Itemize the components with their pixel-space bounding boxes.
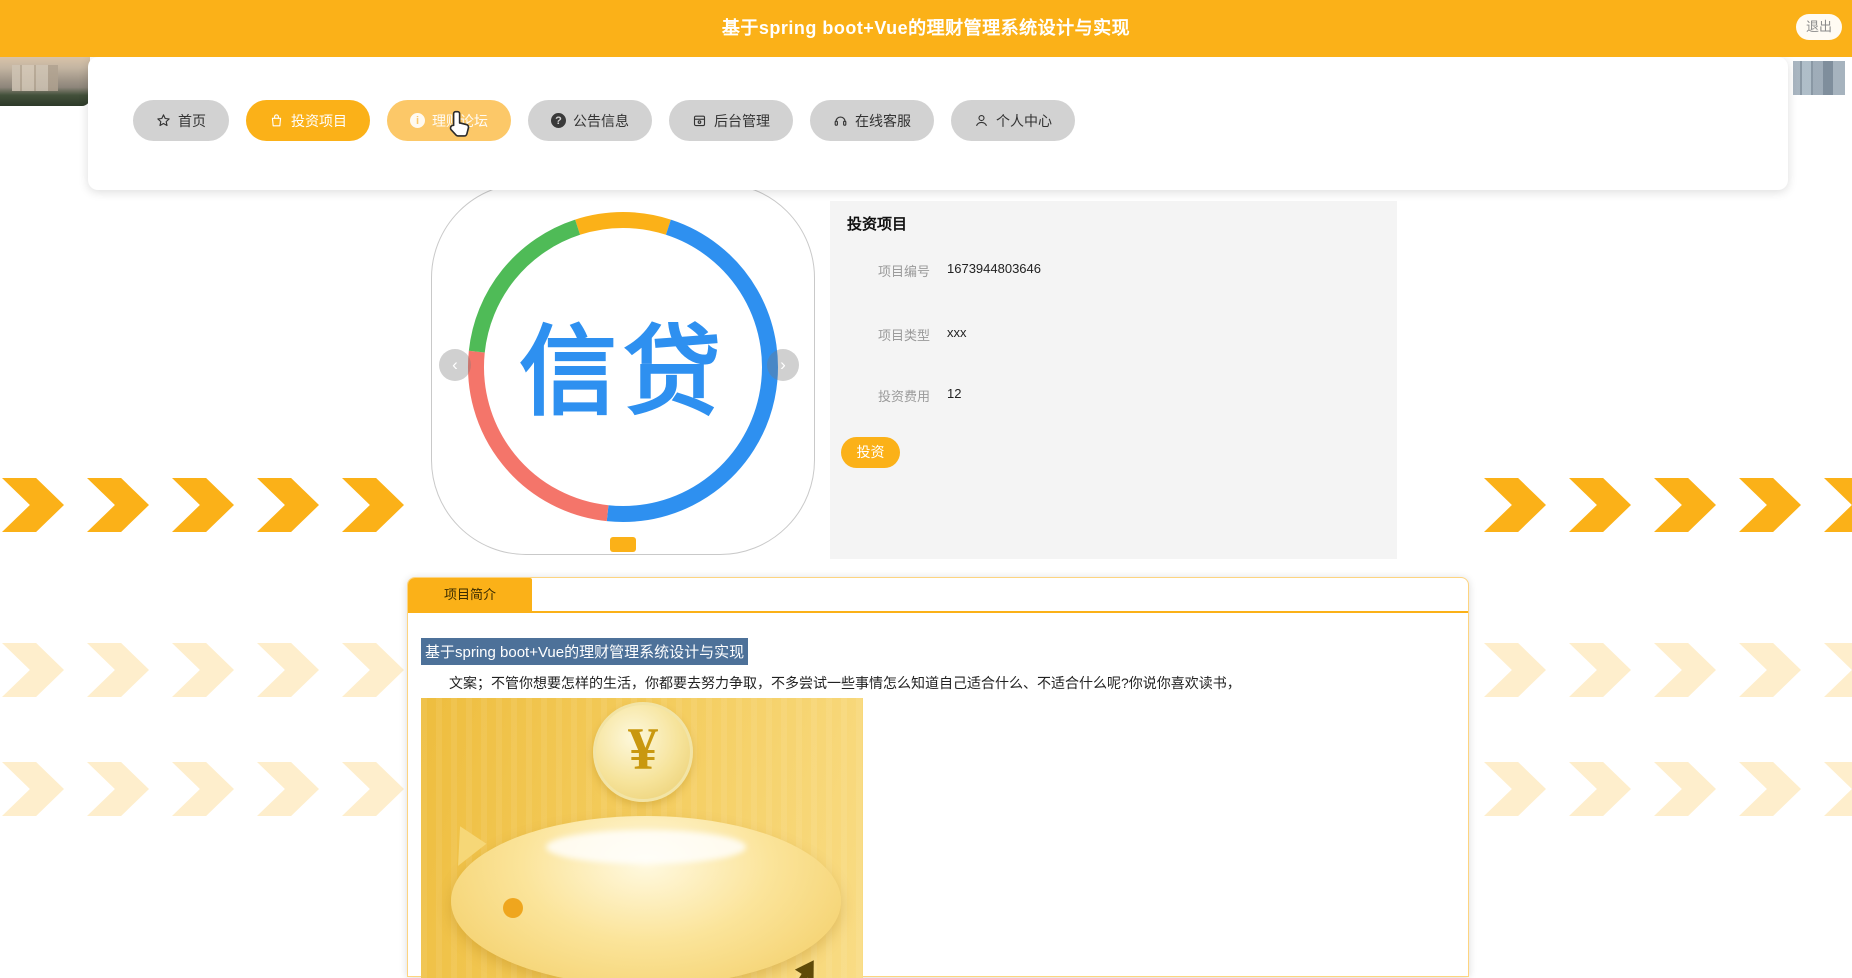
carousel-image: 信贷 (431, 183, 815, 555)
nav-item-support[interactable]: 在线客服 (810, 100, 934, 141)
carousel-next-button[interactable]: › (767, 349, 799, 381)
tab-project-intro[interactable]: 项目简介 (408, 578, 532, 611)
nav-item-forum[interactable]: i 理财论坛 (387, 100, 511, 141)
chevron-decoration (87, 643, 149, 697)
question-icon: ? (551, 113, 566, 128)
field-label: 项目类型 (878, 328, 931, 343)
bag-icon (269, 113, 284, 128)
intro-header: 项目简介 (408, 578, 1468, 613)
chevron-decoration (87, 478, 149, 532)
invest-button[interactable]: 投资 (841, 437, 900, 468)
field-value: 12 (947, 386, 962, 401)
chevron-decoration (1739, 478, 1801, 532)
project-intro-card: 项目简介 基于spring boot+Vue的理财管理系统设计与实现 文案；不管… (407, 577, 1469, 978)
chevron-decoration (1484, 643, 1546, 697)
chevron-decoration (1484, 762, 1546, 816)
chevron-decoration-row (2, 762, 404, 816)
chevron-decoration (1739, 643, 1801, 697)
nav-item-label: 在线客服 (855, 112, 911, 129)
chevron-decoration-row (2, 478, 404, 532)
field-row-project-number: 项目编号 1673944803646 (830, 261, 1397, 279)
logout-button[interactable]: 退出 (1796, 14, 1842, 40)
piggy-eye (503, 898, 523, 918)
app-header: 基于spring boot+Vue的理财管理系统设计与实现 退出 (0, 0, 1852, 57)
banner-photo-left (0, 57, 90, 106)
chevron-decoration (172, 643, 234, 697)
chevron-decoration (1569, 643, 1631, 697)
chevron-decoration (257, 762, 319, 816)
field-row-project-type: 项目类型 xxx (830, 325, 1397, 343)
nav-item-label: 公告信息 (573, 112, 629, 129)
chevron-decoration (257, 478, 319, 532)
chevron-decoration (342, 478, 404, 532)
piggy-gloss (546, 830, 746, 864)
chevron-decoration-row (1484, 478, 1852, 532)
carousel-indicator[interactable] (610, 537, 636, 552)
field-label: 项目编号 (878, 264, 931, 279)
chevron-decoration (87, 762, 149, 816)
investment-detail-panel: 投资项目 项目编号 1673944803646 项目类型 xxx 投资费用 12… (830, 201, 1397, 559)
piggy-bank-image: ¥ 理财 (421, 698, 863, 978)
yuan-symbol: ¥ (628, 716, 658, 782)
coin-icon: ¥ (593, 702, 693, 802)
chevron-decoration (172, 478, 234, 532)
info-icon: i (410, 113, 425, 128)
field-value: 1673944803646 (947, 261, 1041, 276)
chevron-decoration (1484, 478, 1546, 532)
rising-arrow-icon (759, 970, 810, 978)
nav-item-profile[interactable]: 个人中心 (951, 100, 1075, 141)
chevron-decoration-row (2, 643, 404, 697)
nav-item-label: 后台管理 (714, 112, 770, 129)
intro-paragraph: 文案；不管你想要怎样的生活，你都要去努力争取，不多尝试一些事情怎么知道自己适合什… (449, 675, 1241, 691)
nav-item-label: 首页 (178, 112, 206, 129)
nav-card: 首页 投资项目 i 理财论坛 ? 公告信息 后台管理 在线客服 个人中心 (88, 57, 1788, 190)
field-row-investment-fee: 投资费用 12 (830, 386, 1397, 404)
nav-bar: 首页 投资项目 i 理财论坛 ? 公告信息 后台管理 在线客服 个人中心 (133, 100, 1075, 141)
chevron-decoration-row (1484, 762, 1852, 816)
chevron-decoration (172, 762, 234, 816)
chevron-decoration (1739, 762, 1801, 816)
nav-item-admin[interactable]: 后台管理 (669, 100, 793, 141)
nav-item-home[interactable]: 首页 (133, 100, 229, 141)
chevron-decoration-row (1484, 643, 1852, 697)
star-icon (156, 113, 171, 128)
carousel-prev-button[interactable]: ‹ (439, 349, 471, 381)
chevron-decoration (2, 478, 64, 532)
field-value: xxx (947, 325, 967, 340)
chevron-decoration (1569, 762, 1631, 816)
chevron-decoration (342, 762, 404, 816)
nav-item-label: 投资项目 (291, 112, 347, 129)
nav-item-label: 理财论坛 (432, 112, 488, 129)
headset-icon (833, 113, 848, 128)
chevron-decoration (1569, 478, 1631, 532)
piggy-body: 理财 (439, 816, 841, 978)
intro-title-selected: 基于spring boot+Vue的理财管理系统设计与实现 (421, 638, 749, 665)
chevron-decoration (2, 643, 64, 697)
piggy-ear (439, 820, 487, 866)
user-icon (974, 113, 989, 128)
nav-item-investments[interactable]: 投资项目 (246, 100, 370, 141)
chevron-decoration (1824, 643, 1852, 697)
chevron-decoration (342, 643, 404, 697)
chevron-decoration (1654, 762, 1716, 816)
chevron-decoration (1824, 762, 1852, 816)
chevron-decoration (1824, 478, 1852, 532)
panel-title: 投资项目 (847, 216, 908, 233)
logo-text: 信贷 (518, 316, 727, 427)
nav-item-label: 个人中心 (996, 112, 1052, 129)
page-title: 基于spring boot+Vue的理财管理系统设计与实现 (721, 18, 1131, 38)
safe-icon (692, 113, 707, 128)
banner-photo-right (1787, 57, 1852, 106)
field-label: 投资费用 (878, 389, 931, 404)
chevron-decoration (257, 643, 319, 697)
chevron-decoration (1654, 643, 1716, 697)
nav-item-announcements[interactable]: ? 公告信息 (528, 100, 652, 141)
chevron-decoration (1654, 478, 1716, 532)
chevron-decoration (2, 762, 64, 816)
